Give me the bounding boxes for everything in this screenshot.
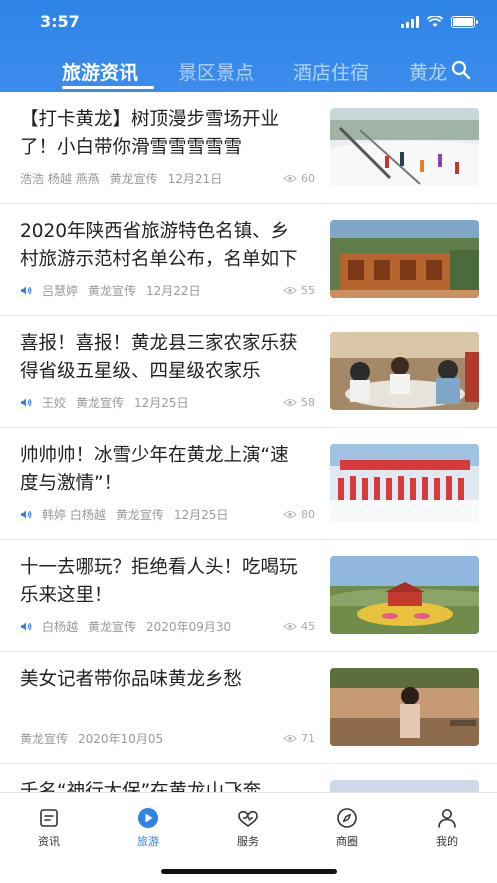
tab-huanglong[interactable]: 黄龙 (409, 58, 447, 85)
eye-icon (283, 622, 297, 631)
article-item[interactable]: 十一去哪玩？拒绝看人头！吃喝玩乐来这里！ 白杨越 黄龙宣传 2020年09月30… (0, 540, 497, 652)
wifi-icon (427, 16, 443, 27)
speaker-icon[interactable] (20, 397, 32, 408)
article-title[interactable]: 十一去哪玩？拒绝看人头！吃喝玩乐来这里！ (20, 554, 302, 610)
eye-icon (283, 734, 297, 743)
compass-icon (337, 808, 357, 828)
article-source: 黄龙宣传 (88, 620, 137, 634)
article-meta: 黄龙宣传 2020年10月05 (20, 730, 163, 747)
article-authors: 吕慧婷 (42, 284, 79, 298)
view-count: 45 (283, 620, 315, 633)
article-source: 黄龙宣传 (115, 508, 164, 522)
article-item[interactable]: 帅帅帅！冰雪少年在黄龙上演“速度与激情”！ 韩婷 白杨越 黄龙宣传 12月25日… (0, 428, 497, 540)
article-title[interactable]: 帅帅帅！冰雪少年在黄龙上演“速度与激情”！ (20, 442, 302, 498)
tab-scenic-spots[interactable]: 景区景点 (178, 58, 254, 85)
article-meta: 韩婷 白杨越 黄龙宣传 12月25日 (20, 506, 228, 523)
article-item[interactable]: 喜报！喜报！黄龙县三家农家乐获得省级五星级、四星级农家乐 王姣 黄龙宣传 12月… (0, 316, 497, 428)
nav-label: 旅游 (137, 835, 159, 848)
article-thumbnail[interactable] (330, 444, 479, 522)
play-icon (138, 808, 158, 828)
article-source: 黄龙宣传 (88, 284, 137, 298)
service-icon (238, 810, 258, 827)
article-date: 12月25日 (173, 508, 229, 522)
nav-item-travel[interactable]: 旅游 (118, 807, 178, 849)
article-item[interactable]: 2020年陕西省旅游特色名镇、乡村旅游示范村名单公布，名单如下 吕慧婷 黄龙宣传… (0, 204, 497, 316)
article-source: 黄龙宣传 (109, 172, 158, 186)
article-thumbnail[interactable] (330, 332, 479, 410)
article-thumbnail[interactable] (330, 780, 479, 792)
article-meta: 白杨越 黄龙宣传 2020年09月30 (20, 618, 231, 635)
status-icons (401, 14, 478, 30)
news-icon (40, 809, 58, 827)
article-meta: 浩浩 杨越 燕燕 黄龙宣传 12月21日 (20, 170, 222, 187)
article-meta: 王姣 黄龙宣传 12月25日 (20, 394, 189, 411)
eye-icon (283, 510, 297, 519)
article-title[interactable]: 千名“神行太保”在黄龙山飞奔 (20, 778, 302, 792)
view-count: 80 (283, 508, 315, 521)
article-date: 12月25日 (134, 396, 189, 410)
eye-icon (283, 398, 297, 407)
article-list: 【打卡黄龙】树顶漫步雪场开业了！小白带你滑雪雪雪雪雪 浩浩 杨越 燕燕 黄龙宣传… (0, 92, 497, 792)
article-thumbnail[interactable] (330, 556, 479, 634)
article-authors: 浩浩 杨越 燕燕 (20, 172, 100, 186)
home-indicator[interactable] (161, 869, 337, 874)
view-count-value: 58 (301, 396, 315, 409)
article-date: 2020年10月05 (78, 732, 164, 746)
eye-icon (283, 174, 297, 183)
nav-item-profile[interactable]: 我的 (417, 807, 477, 849)
speaker-icon[interactable] (20, 621, 32, 632)
article-title[interactable]: 喜报！喜报！黄龙县三家农家乐获得省级五星级、四星级农家乐 (20, 330, 302, 386)
article-authors: 王姣 (42, 396, 67, 410)
nav-item-service[interactable]: 服务 (218, 807, 278, 849)
tab-hotels[interactable]: 酒店住宿 (293, 58, 369, 85)
article-thumbnail[interactable] (330, 108, 479, 186)
article-date: 12月22日 (146, 284, 201, 298)
article-item[interactable]: 千名“神行太保”在黄龙山飞奔 (0, 764, 497, 792)
search-icon[interactable] (451, 60, 471, 80)
view-count-value: 55 (301, 284, 315, 297)
article-thumbnail[interactable] (330, 220, 479, 298)
article-authors: 白杨越 (42, 620, 79, 634)
view-count-value: 45 (301, 620, 315, 633)
view-count: 71 (283, 732, 315, 745)
article-authors: 韩婷 白杨越 (42, 508, 106, 522)
article-item[interactable]: 美女记者带你品味黄龙乡愁 黄龙宣传 2020年10月05 71 (0, 652, 497, 764)
nav-label: 商圈 (336, 835, 358, 848)
article-title[interactable]: 2020年陕西省旅游特色名镇、乡村旅游示范村名单公布，名单如下 (20, 218, 302, 274)
article-item[interactable]: 【打卡黄龙】树顶漫步雪场开业了！小白带你滑雪雪雪雪雪 浩浩 杨越 燕燕 黄龙宣传… (0, 92, 497, 204)
speaker-icon[interactable] (20, 509, 32, 520)
category-tabs: 旅游资讯 景区景点 酒店住宿 黄龙 (0, 54, 497, 92)
article-thumbnail[interactable] (330, 668, 479, 746)
profile-icon (438, 809, 456, 828)
article-source: 黄龙宣传 (76, 396, 125, 410)
nav-label: 我的 (436, 835, 458, 848)
signal-icon (401, 16, 419, 28)
status-time: 3:57 (40, 12, 80, 31)
nav-label: 资讯 (38, 835, 60, 848)
view-count-value: 71 (301, 732, 315, 745)
eye-icon (283, 286, 297, 295)
article-title[interactable]: 【打卡黄龙】树顶漫步雪场开业了！小白带你滑雪雪雪雪雪 (20, 106, 302, 162)
view-count: 60 (283, 172, 315, 185)
view-count: 58 (283, 396, 315, 409)
article-date: 12月21日 (167, 172, 223, 186)
nav-item-business[interactable]: 商圈 (317, 807, 377, 849)
article-meta: 吕慧婷 黄龙宣传 12月22日 (20, 282, 201, 299)
view-count: 55 (283, 284, 315, 297)
active-tab-indicator (62, 86, 154, 89)
view-count-value: 60 (301, 172, 315, 185)
article-date: 2020年09月30 (146, 620, 232, 634)
header: 3:57 旅游资讯 景区景点 酒店住宿 黄龙 (0, 0, 497, 92)
speaker-icon[interactable] (20, 285, 32, 296)
nav-item-news[interactable]: 资讯 (19, 807, 79, 849)
view-count-value: 80 (301, 508, 315, 521)
battery-icon (451, 16, 478, 28)
tab-travel-news[interactable]: 旅游资讯 (62, 58, 138, 85)
nav-label: 服务 (237, 835, 259, 848)
article-source: 黄龙宣传 (20, 732, 69, 746)
article-title[interactable]: 美女记者带你品味黄龙乡愁 (20, 666, 302, 694)
